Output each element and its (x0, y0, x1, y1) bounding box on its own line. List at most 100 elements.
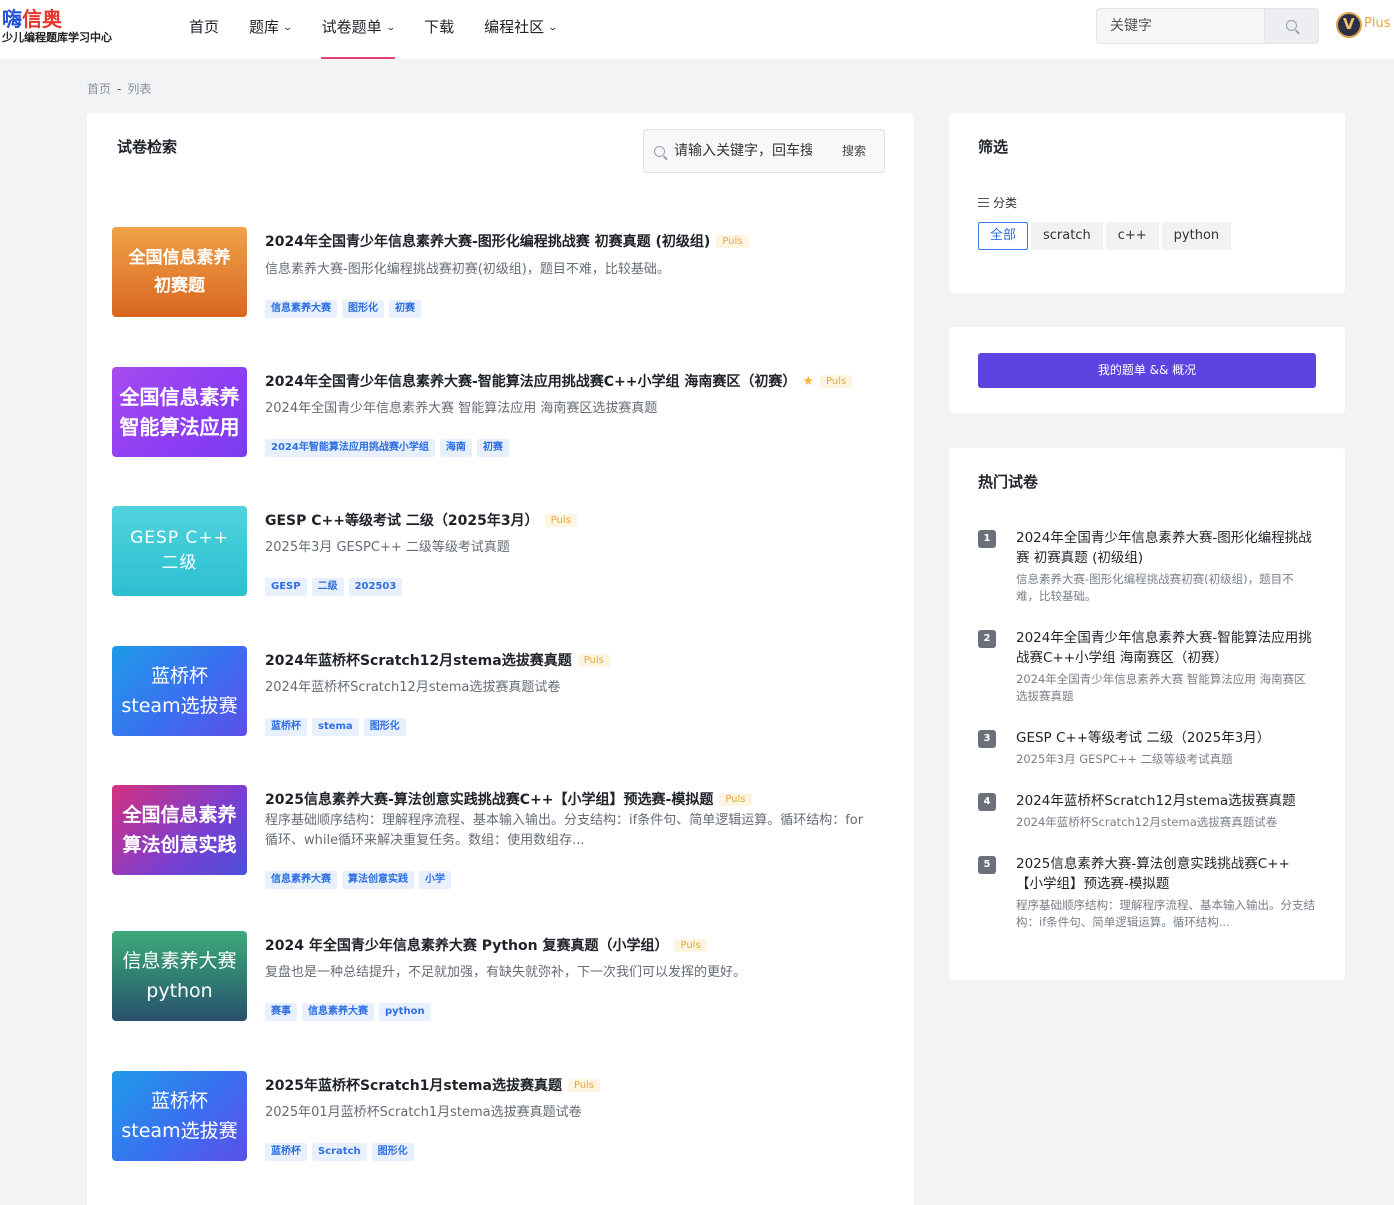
exam-description: 程序基础顺序结构：理解程序流程、基本输入输出。分支结构：if条件句、简单逻辑运算… (265, 813, 864, 848)
exam-title[interactable]: 2024年全国青少年信息素养大赛-图形化编程挑战赛 初赛真题 (初级组) Puls (265, 231, 749, 251)
chevron-down-icon: ⌄ (547, 23, 559, 33)
exam-tags: 蓝桥杯 Scratch 图形化 (265, 1143, 419, 1161)
tag[interactable]: 初赛 (476, 439, 509, 457)
hot-exam-desc: 信息素养大赛-图形化编程挑战赛初赛(初级组)，题目不难，比较基础。 (1016, 572, 1294, 603)
nav-exam-lists[interactable]: 试卷题单 ⌄ (320, 0, 396, 59)
exam-list-item[interactable]: 蓝桥杯 steam选拔赛 2025年蓝桥杯Scratch1月stema选拔赛真题 P… (112, 1071, 892, 1161)
exam-list-item[interactable]: 全国信息素养 初赛题 2024年全国青少年信息素养大赛-图形化编程挑战赛 初赛真题… (112, 227, 892, 318)
nav-home[interactable]: 首页 (189, 0, 219, 59)
nav-community[interactable]: 编程社区 ⌄ (484, 0, 559, 59)
tag[interactable]: 蓝桥杯 (265, 1143, 307, 1161)
exam-list-item[interactable]: 蓝桥杯 steam选拔赛 2024年蓝桥杯Scratch12月stema选拔赛真题… (112, 646, 892, 736)
exam-tags: 信息素养大赛 图形化 初赛 (265, 300, 426, 318)
tag[interactable]: 图形化 (342, 300, 384, 318)
puls-badge: Puls (719, 793, 752, 806)
hot-exam-desc: 2024年蓝桥杯Scratch12月stema选拔赛真题试卷 (1016, 815, 1278, 829)
exam-cover[interactable]: GESP C++ 二级 (112, 506, 247, 596)
vip-shield-icon (1336, 12, 1362, 38)
breadcrumb-home[interactable]: 首页 (87, 82, 111, 96)
category-all[interactable]: 全部 (978, 222, 1029, 250)
exam-title[interactable]: 2025年蓝桥杯Scratch1月stema选拔赛真题 Puls (265, 1075, 601, 1095)
hot-title: 热门试卷 (978, 473, 1039, 491)
exam-list-item[interactable]: 全国信息素养 算法创意实践 2025信息素养大赛-算法创意实践挑战赛C++【小学组… (112, 785, 892, 889)
exam-title[interactable]: 2025信息素养大赛-算法创意实践挑战赛C++【小学组】预选赛-模拟题 Puls (265, 789, 752, 809)
rank-badge: 2 (978, 630, 996, 648)
exam-cover[interactable]: 信息素养大赛 python (112, 931, 247, 1021)
tag[interactable]: 小学 (419, 871, 451, 889)
tag[interactable]: 赛事 (265, 1003, 297, 1021)
exam-search-box: 搜索 (643, 129, 885, 173)
hot-exam-title[interactable]: 2024年全国青少年信息素养大赛-智能算法应用挑战赛C++小学组 海南赛区（初赛… (1016, 628, 1314, 668)
list-icon (978, 198, 989, 207)
my-list-button[interactable]: 我的题单 && 概况 (978, 353, 1316, 388)
tag[interactable]: python (379, 1003, 431, 1021)
tag[interactable]: 算法创意实践 (342, 871, 414, 889)
tag[interactable]: 蓝桥杯 (265, 718, 307, 736)
exam-search-button[interactable]: 搜索 (842, 142, 866, 159)
category-cpp[interactable]: c++ (1105, 222, 1159, 250)
tag[interactable]: GESP (265, 578, 307, 596)
exam-search-input[interactable] (674, 130, 812, 172)
puls-badge: Puls (567, 1079, 601, 1092)
hot-exam-title[interactable]: 2025信息素养大赛-算法创意实践挑战赛C++【小学组】预选赛-模拟题 (1016, 854, 1314, 894)
filter-title: 筛选 (978, 138, 1009, 156)
exam-cover[interactable]: 全国信息素养 算法创意实践 (112, 785, 247, 875)
exam-title[interactable]: 2024年蓝桥杯Scratch12月stema选拔赛真题 Puls (265, 650, 610, 670)
exam-description: 2025年01月蓝桥杯Scratch1月stema选拔赛真题试卷 (265, 1105, 582, 1120)
main-nav: 首页 题库 ⌄ 试卷题单 ⌄ 下载 编程社区 ⌄ (189, 0, 587, 59)
exam-title[interactable]: 2024年全国青少年信息素养大赛-智能算法应用挑战赛C++小学组 海南赛区（初赛… (265, 371, 853, 391)
category-python[interactable]: python (1161, 222, 1232, 250)
exam-list-item[interactable]: GESP C++ 二级 GESP C++等级考试 二级（2025年3月） Puls … (112, 506, 892, 596)
chevron-down-icon: ⌄ (282, 23, 294, 33)
exam-list-item[interactable]: 全国信息素养 智能算法应用 2024年全国青少年信息素养大赛-智能算法应用挑战赛C… (112, 367, 892, 457)
chevron-down-icon: ⌄ (385, 23, 396, 33)
tag[interactable]: 信息素养大赛 (265, 871, 337, 889)
tag[interactable]: 信息素养大赛 (302, 1003, 374, 1021)
exam-cover[interactable]: 蓝桥杯 steam选拔赛 (112, 1071, 247, 1161)
nav-question-bank[interactable]: 题库 ⌄ (249, 0, 294, 59)
hot-exam-desc: 2024年全国青少年信息素养大赛 智能算法应用 海南赛区选拔赛真题 (1016, 672, 1306, 703)
exam-tags: 信息素养大赛 算法创意实践 小学 (265, 871, 456, 889)
search-icon (1286, 20, 1297, 31)
hot-exam-title[interactable]: 2024年全国青少年信息素养大赛-图形化编程挑战赛 初赛真题 (初级组) (1016, 528, 1314, 568)
header-search-input[interactable] (1097, 9, 1263, 43)
puls-badge: Puls (544, 514, 577, 527)
tag[interactable]: 二级 (311, 578, 344, 596)
site-logo[interactable]: 嗨信奥 少儿编程题库学习中心 (2, 7, 118, 47)
category-label: 分类 (978, 194, 1017, 211)
star-icon: ★ (802, 374, 815, 389)
exam-cover[interactable]: 全国信息素养 智能算法应用 (112, 367, 247, 457)
hot-exam-title[interactable]: GESP C++等级考试 二级（2025年3月） (1016, 728, 1314, 748)
exam-list-item[interactable]: 信息素养大赛 python 2024 年全国青少年信息素养大赛 Python 复赛… (112, 931, 892, 1021)
tag[interactable]: 2024年智能算法应用挑战赛小学组 (265, 439, 435, 457)
exam-cover[interactable]: 蓝桥杯 steam选拔赛 (112, 646, 247, 736)
tag[interactable]: 初赛 (389, 300, 421, 318)
exam-title[interactable]: 2024 年全国青少年信息素养大赛 Python 复赛真题（小学组） Puls (265, 935, 707, 955)
hot-exams-panel: 热门试卷 1 2024年全国青少年信息素养大赛-图形化编程挑战赛 初赛真题 (初… (949, 448, 1345, 980)
category-filters: 全部 scratch c++ python (978, 222, 1234, 250)
header-search (1096, 8, 1319, 44)
breadcrumb-current: 列表 (127, 82, 152, 96)
puls-badge: Puls (577, 654, 610, 667)
tag[interactable]: 海南 (439, 439, 472, 457)
exam-title[interactable]: GESP C++等级考试 二级（2025年3月） Puls (265, 510, 577, 530)
exam-cover[interactable]: 全国信息素养 初赛题 (112, 227, 247, 317)
exam-tags: 赛事 信息素养大赛 python (265, 1003, 436, 1021)
tag[interactable]: 图形化 (371, 1143, 414, 1161)
header-search-button[interactable] (1264, 9, 1318, 43)
tag[interactable]: 信息素养大赛 (265, 300, 337, 318)
exam-description: 2025年3月 GESPC++ 二级等级考试真题 (265, 540, 510, 555)
breadcrumb-separator: - (117, 82, 122, 96)
hot-exam-title[interactable]: 2024年蓝桥杯Scratch12月stema选拔赛真题 (1016, 791, 1314, 811)
tag[interactable]: 202503 (348, 578, 403, 596)
exam-description: 2024年蓝桥杯Scratch12月stema选拔赛真题试卷 (265, 680, 561, 695)
plus-membership[interactable]: Plus (1336, 10, 1394, 42)
tag[interactable]: 图形化 (363, 718, 406, 736)
tag[interactable]: Scratch (312, 1143, 367, 1161)
tag[interactable]: stema (312, 718, 359, 736)
search-icon (654, 146, 665, 157)
nav-download[interactable]: 下载 (424, 0, 454, 59)
exam-description: 信息素养大赛-图形化编程挑战赛初赛(初级组)，题目不难，比较基础。 (265, 262, 670, 277)
category-scratch[interactable]: scratch (1031, 222, 1103, 250)
rank-badge: 5 (978, 856, 996, 874)
